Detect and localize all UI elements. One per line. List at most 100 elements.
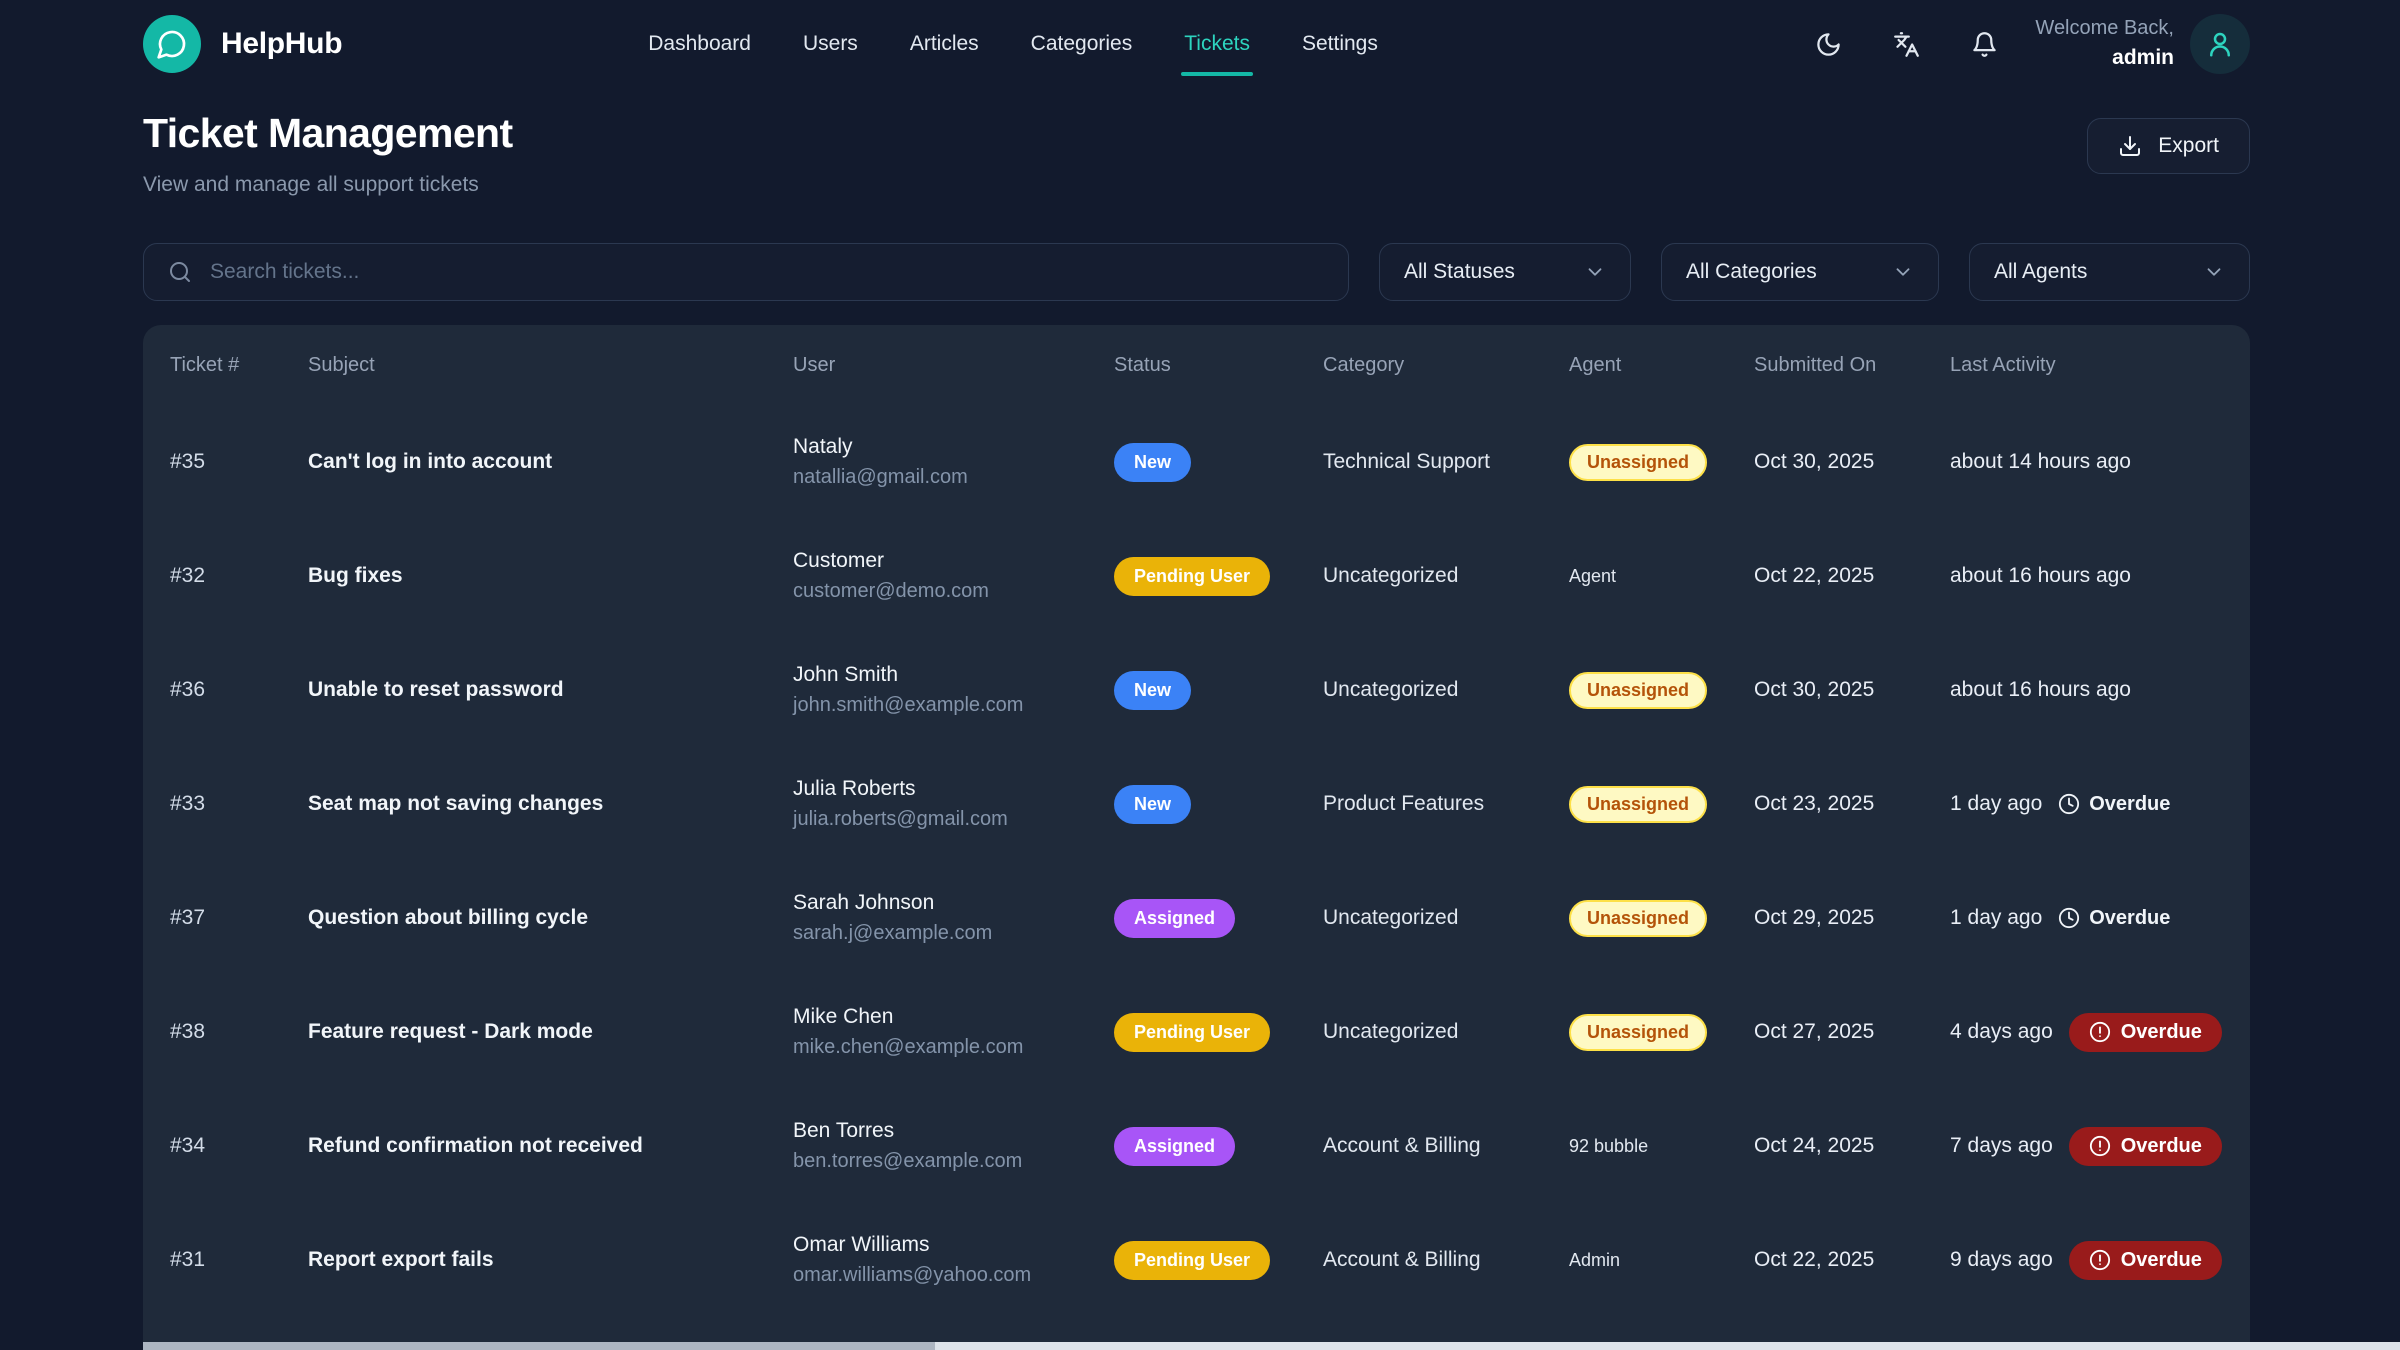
- column-header-agent: Agent: [1569, 354, 1754, 377]
- nav-item-dashboard[interactable]: Dashboard: [648, 0, 751, 88]
- overdue-badge: Overdue: [2069, 1241, 2222, 1280]
- status-filter-dropdown[interactable]: All Statuses: [1379, 243, 1631, 301]
- category-filter-value: All Categories: [1686, 260, 1817, 284]
- translate-icon[interactable]: [1885, 23, 1927, 65]
- download-icon: [2118, 134, 2142, 158]
- user-email: mike.chen@example.com: [793, 1036, 1100, 1059]
- ticket-agent-cell: 92 bubble: [1569, 1136, 1754, 1157]
- moon-icon[interactable]: [1807, 23, 1849, 65]
- activity-text: 1 day ago: [1950, 906, 2042, 930]
- ticket-category: Technical Support: [1323, 450, 1569, 474]
- page-header: Ticket Management View and manage all su…: [0, 110, 2400, 197]
- chevron-down-icon: [2203, 261, 2225, 283]
- ticket-user: Sarah Johnson sarah.j@example.com: [793, 891, 1114, 945]
- nav-item-tickets[interactable]: Tickets: [1184, 0, 1250, 88]
- ticket-user: Mike Chen mike.chen@example.com: [793, 1005, 1114, 1059]
- brand-name: HelpHub: [221, 27, 342, 61]
- status-badge: New: [1114, 443, 1191, 482]
- export-button[interactable]: Export: [2087, 118, 2250, 174]
- chevron-down-icon: [1584, 261, 1606, 283]
- ticket-number: #34: [170, 1134, 308, 1158]
- ticket-agent-cell: Unassigned: [1569, 672, 1754, 709]
- last-activity-cell: 7 days ago Overdue: [1950, 1127, 2250, 1166]
- ticket-category: Uncategorized: [1323, 564, 1569, 588]
- overdue-label: Overdue: [2089, 907, 2170, 930]
- tickets-table: Ticket # Subject User Status Category Ag…: [143, 325, 2250, 1350]
- nav-item-settings[interactable]: Settings: [1302, 0, 1378, 88]
- column-header-user: User: [793, 354, 1114, 377]
- filter-bar: All Statuses All Categories All Agents: [0, 243, 2400, 301]
- agent-badge: Unassigned: [1569, 900, 1707, 937]
- table-header-row: Ticket # Subject User Status Category Ag…: [143, 325, 2250, 405]
- category-filter-dropdown[interactable]: All Categories: [1661, 243, 1939, 301]
- user-icon: [2205, 29, 2235, 59]
- last-activity-cell: 9 days ago Overdue: [1950, 1241, 2250, 1280]
- user-email: customer@demo.com: [793, 580, 1100, 603]
- ticket-status-cell: Pending User: [1114, 1013, 1323, 1052]
- table-row[interactable]: #38 Feature request - Dark mode Mike Che…: [143, 975, 2250, 1089]
- bell-icon[interactable]: [1963, 23, 2005, 65]
- alert-circle-icon: [2089, 1135, 2111, 1157]
- page-header-text: Ticket Management View and manage all su…: [143, 110, 513, 197]
- user-name: Ben Torres: [793, 1119, 1100, 1143]
- ticket-user: John Smith john.smith@example.com: [793, 663, 1114, 717]
- ticket-number: #37: [170, 906, 308, 930]
- activity-text: 7 days ago: [1950, 1134, 2053, 1158]
- activity-text: 9 days ago: [1950, 1248, 2053, 1272]
- agent-badge: Unassigned: [1569, 1014, 1707, 1051]
- ticket-number: #35: [170, 450, 308, 474]
- ticket-number: #36: [170, 678, 308, 702]
- status-badge: New: [1114, 785, 1191, 824]
- alert-circle-icon: [2089, 1249, 2111, 1271]
- ticket-subject: Feature request - Dark mode: [308, 1020, 793, 1044]
- chevron-down-icon: [1892, 261, 1914, 283]
- column-header-subject: Subject: [308, 354, 793, 377]
- column-header-category: Category: [1323, 354, 1569, 377]
- ticket-status-cell: Pending User: [1114, 557, 1323, 596]
- submitted-date: Oct 24, 2025: [1754, 1134, 1950, 1158]
- table-row[interactable]: #36 Unable to reset password John Smith …: [143, 633, 2250, 747]
- main-nav: Dashboard Users Articles Categories Tick…: [648, 0, 1378, 88]
- ticket-agent-cell: Admin: [1569, 1250, 1754, 1271]
- horizontal-scrollbar[interactable]: [143, 1342, 2400, 1350]
- nav-item-articles[interactable]: Articles: [910, 0, 979, 88]
- ticket-user: Julia Roberts julia.roberts@gmail.com: [793, 777, 1114, 831]
- avatar[interactable]: [2190, 14, 2250, 74]
- overdue-indicator: Overdue: [2058, 793, 2170, 816]
- scrollbar-thumb[interactable]: [143, 1342, 935, 1350]
- last-activity-cell: 1 day ago Overdue: [1950, 792, 2250, 816]
- agent-badge: Unassigned: [1569, 444, 1707, 481]
- search-input[interactable]: [210, 260, 1324, 284]
- export-label: Export: [2158, 134, 2219, 158]
- table-row[interactable]: #34 Refund confirmation not received Ben…: [143, 1089, 2250, 1203]
- ticket-status-cell: Assigned: [1114, 899, 1323, 938]
- agent-filter-value: All Agents: [1994, 260, 2087, 284]
- submitted-date: Oct 30, 2025: [1754, 678, 1950, 702]
- table-row[interactable]: #31 Report export fails Omar Williams om…: [143, 1203, 2250, 1317]
- alert-circle-icon: [2089, 1021, 2111, 1043]
- status-badge: Pending User: [1114, 1013, 1270, 1052]
- submitted-date: Oct 22, 2025: [1754, 564, 1950, 588]
- agent-filter-dropdown[interactable]: All Agents: [1969, 243, 2250, 301]
- username: admin: [2035, 43, 2174, 73]
- overdue-label: Overdue: [2121, 1021, 2202, 1044]
- agent-badge: Agent: [1569, 566, 1616, 586]
- table-row[interactable]: #37 Question about billing cycle Sarah J…: [143, 861, 2250, 975]
- user-email: john.smith@example.com: [793, 694, 1100, 717]
- ticket-subject: Question about billing cycle: [308, 906, 793, 930]
- table-row[interactable]: #33 Seat map not saving changes Julia Ro…: [143, 747, 2250, 861]
- clock-icon: [2058, 907, 2080, 929]
- ticket-category: Product Features: [1323, 792, 1569, 816]
- brand[interactable]: HelpHub: [143, 15, 342, 73]
- welcome-greeting: Welcome Back,: [2035, 14, 2174, 43]
- ticket-category: Account & Billing: [1323, 1248, 1569, 1272]
- nav-item-users[interactable]: Users: [803, 0, 858, 88]
- table-row[interactable]: #32 Bug fixes Customer customer@demo.com…: [143, 519, 2250, 633]
- status-badge: Assigned: [1114, 1127, 1235, 1166]
- status-badge: New: [1114, 671, 1191, 710]
- status-badge: Assigned: [1114, 899, 1235, 938]
- overdue-badge: Overdue: [2069, 1127, 2222, 1166]
- nav-item-categories[interactable]: Categories: [1031, 0, 1133, 88]
- user-name: Nataly: [793, 435, 1100, 459]
- table-row[interactable]: #35 Can't log in into account Nataly nat…: [143, 405, 2250, 519]
